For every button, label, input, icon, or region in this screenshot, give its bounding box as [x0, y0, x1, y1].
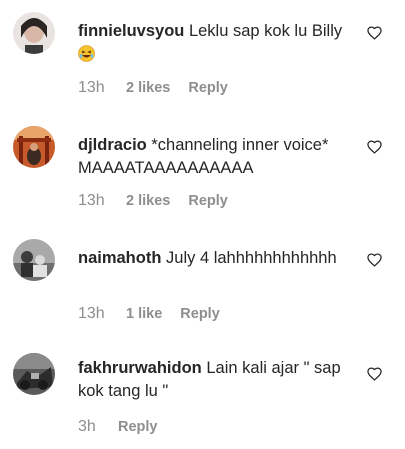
- comment-item: fakhrurwahidon Lain kali ajar " sap kok …: [0, 337, 405, 449]
- avatar[interactable]: [13, 12, 55, 54]
- heart-icon[interactable]: [367, 140, 382, 154]
- comment-meta: 3h Reply: [78, 416, 158, 438]
- heart-icon[interactable]: [367, 253, 382, 267]
- username[interactable]: fakhrurwahidon: [78, 359, 202, 377]
- avatar[interactable]: [13, 126, 55, 168]
- likes-count[interactable]: 1 like: [126, 306, 162, 322]
- username[interactable]: finnieluvsyou: [78, 22, 184, 40]
- timestamp[interactable]: 3h: [78, 418, 118, 436]
- timestamp[interactable]: 13h: [78, 192, 126, 210]
- comment-text: July 4 lahhhhhhhhhhhh: [166, 249, 337, 267]
- avatar[interactable]: [13, 353, 55, 395]
- likes-count[interactable]: 2 likes: [126, 80, 170, 96]
- comment-body: naimahoth July 4 lahhhhhhhhhhhh: [78, 247, 350, 270]
- comment-item: djldracio *channeling inner voice* MAAAA…: [0, 113, 405, 225]
- reply-button[interactable]: Reply: [188, 80, 228, 96]
- timestamp[interactable]: 13h: [78, 79, 126, 97]
- heart-icon[interactable]: [367, 26, 382, 40]
- comment-item: naimahoth July 4 lahhhhhhhhhhhh 13h 1 li…: [0, 225, 405, 337]
- timestamp[interactable]: 13h: [78, 305, 126, 323]
- comment-meta: 13h 1 like Reply: [78, 303, 220, 325]
- heart-icon[interactable]: [367, 367, 382, 381]
- reply-button[interactable]: Reply: [118, 419, 158, 435]
- avatar[interactable]: [13, 239, 55, 281]
- comment-meta: 13h 2 likes Reply: [78, 190, 228, 212]
- username[interactable]: djldracio: [78, 136, 147, 154]
- username[interactable]: naimahoth: [78, 249, 161, 267]
- comment-text: Leklu sap kok lu Billy: [188, 22, 343, 40]
- comment-body: djldracio *channeling inner voice* MAAAA…: [78, 134, 350, 180]
- reply-button[interactable]: Reply: [180, 306, 220, 322]
- likes-count[interactable]: 2 likes: [126, 193, 170, 209]
- comment-meta: 13h 2 likes Reply: [78, 77, 228, 99]
- comment-body: fakhrurwahidon Lain kali ajar " sap kok …: [78, 357, 350, 403]
- reply-button[interactable]: Reply: [188, 193, 228, 209]
- comment-item: finnieluvsyou Leklu sap kok lu Billy 13h…: [0, 0, 405, 112]
- laughing-emoji-icon: [78, 45, 95, 62]
- comment-body: finnieluvsyou Leklu sap kok lu Billy: [78, 20, 350, 66]
